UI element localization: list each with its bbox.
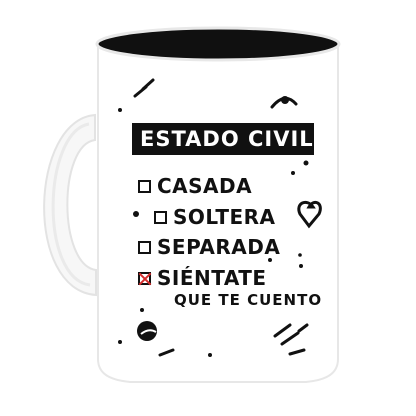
dot-icon (133, 211, 139, 217)
dot-icon (140, 308, 144, 312)
checkbox-icon (138, 179, 151, 193)
checkbox-icon (154, 210, 167, 224)
checkbox-icon (138, 240, 151, 254)
option-label: SIÉNTATE (157, 266, 267, 290)
option-label: CASADA (157, 174, 253, 198)
dot-icon (118, 108, 122, 112)
dot-icon (303, 160, 309, 166)
subtitle-text: QUE TE CUENTO (174, 291, 323, 309)
option-label: SOLTERA (173, 205, 276, 229)
dot-icon (208, 353, 212, 357)
dot-icon (118, 340, 122, 344)
dot-icon (291, 171, 295, 175)
planet-icon (137, 321, 157, 341)
option-row-soltera: SOLTERA (154, 205, 276, 229)
product-image: ESTADO CIVIL: CASADA SOLTERA SEPARADA SI… (0, 0, 416, 416)
option-row-separada: SEPARADA (138, 235, 280, 259)
checked-box-icon (138, 271, 151, 285)
option-label: SEPARADA (157, 235, 281, 259)
title-text: ESTADO CIVIL: (140, 127, 324, 151)
dot-icon (299, 264, 303, 268)
option-row-sientate: SIÉNTATE (138, 266, 267, 290)
dot-icon (298, 253, 302, 257)
option-row-casada: CASADA (138, 174, 252, 198)
dot-icon (281, 96, 289, 104)
